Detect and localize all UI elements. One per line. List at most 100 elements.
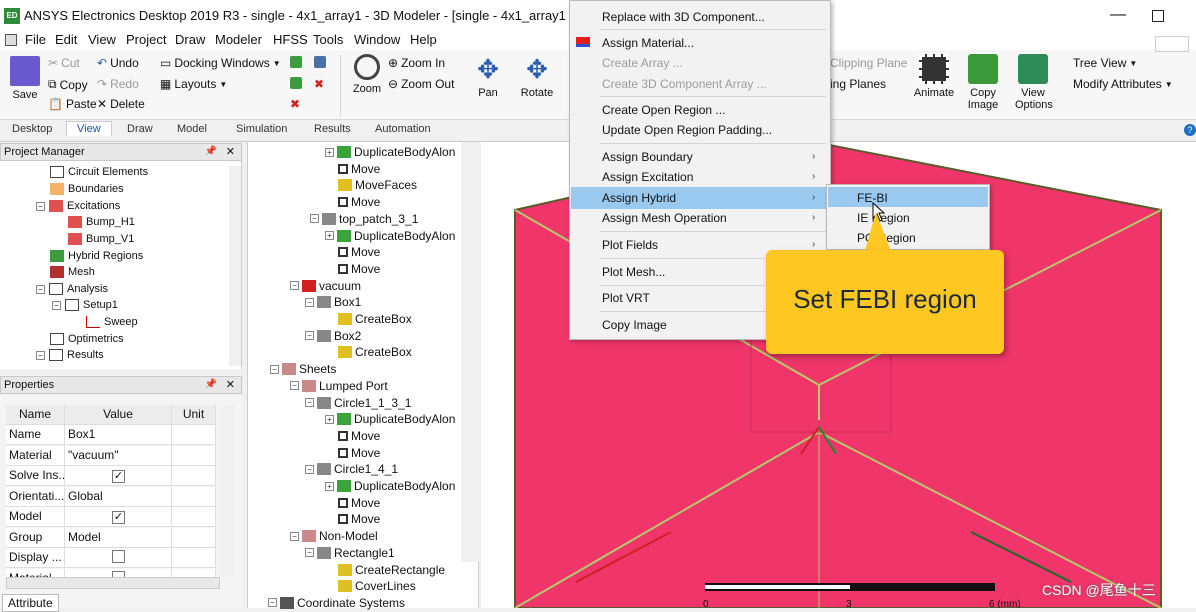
collapse-icon[interactable]: −	[36, 201, 45, 211]
menu-hfss[interactable]: HFSS	[273, 32, 308, 47]
show-icon[interactable]	[290, 56, 302, 68]
expand-toggle-icon[interactable]: −	[290, 381, 299, 391]
cut-button[interactable]: ✂ Cut	[48, 56, 80, 70]
tab-view[interactable]: View	[66, 121, 112, 136]
menu-item-assign-excitation[interactable]: Assign Excitation	[602, 170, 693, 184]
menu-project[interactable]: Project	[126, 32, 166, 47]
property-value[interactable]: Box1	[65, 425, 172, 445]
model-tree-item[interactable]: Move	[338, 245, 380, 259]
model-tree-item[interactable]: CoverLines	[338, 579, 416, 593]
expand-toggle-icon[interactable]: +	[325, 147, 334, 157]
menu-item-plot-fields[interactable]: Plot Fields	[602, 238, 658, 252]
tab-draw[interactable]: Draw	[127, 123, 153, 135]
expand-toggle-icon[interactable]: −	[305, 297, 314, 307]
model-tree-item[interactable]: − Non-Model	[290, 529, 378, 543]
tab-desktop[interactable]: Desktop	[12, 123, 52, 135]
property-checkbox[interactable]	[112, 550, 125, 563]
expand-toggle-icon[interactable]: −	[290, 281, 299, 291]
save-button[interactable]: Save	[0, 56, 50, 101]
model-tree-item[interactable]: − top_patch_3_1	[310, 212, 418, 226]
property-checkbox[interactable]: ✓	[112, 470, 125, 483]
model-tree-item[interactable]: − Box2	[305, 329, 361, 343]
menu-item-update-open-region-padding[interactable]: Update Open Region Padding...	[602, 123, 772, 137]
property-value[interactable]: Global	[65, 486, 172, 507]
hide-icon[interactable]: ✖	[314, 77, 324, 91]
menu-item-create-3d-component-array[interactable]: Create 3D Component Array ...	[602, 77, 767, 91]
rotate-button[interactable]: ✥ Rotate	[512, 54, 562, 99]
model-tree-item[interactable]: − Circle1_4_1	[305, 462, 398, 476]
expand-toggle-icon[interactable]: −	[305, 398, 314, 407]
view-options-button[interactable]: View Options	[1008, 54, 1058, 111]
tree-item-mesh[interactable]: Mesh	[50, 266, 95, 278]
pan-button[interactable]: ✥ Pan	[463, 54, 513, 99]
menu-file[interactable]: File	[25, 32, 46, 47]
copy-button[interactable]: ⧉ Copy	[48, 77, 88, 92]
menu-view[interactable]: View	[88, 32, 116, 47]
tree-item-results[interactable]: − Results	[36, 349, 104, 361]
zoom-out-button[interactable]: ⊖ Zoom Out	[388, 77, 454, 91]
tree-item-excitations[interactable]: − Excitations	[36, 200, 120, 212]
menu-edit[interactable]: Edit	[55, 32, 77, 47]
hide-all-icon[interactable]: ✖	[290, 97, 300, 111]
tree-item-hybrid-regions[interactable]: Hybrid Regions	[50, 250, 143, 262]
expand-toggle-icon[interactable]: −	[290, 531, 299, 541]
expand-toggle-icon[interactable]: −	[270, 364, 279, 374]
model-tree-item[interactable]: Move	[338, 446, 380, 460]
docking-windows-button[interactable]: ▭ Docking Windows ▼	[160, 56, 281, 70]
expand-toggle-icon[interactable]: +	[325, 231, 334, 240]
model-tree-item[interactable]: CreateBox	[338, 312, 412, 326]
property-value[interactable]: Model	[65, 527, 172, 548]
layouts-button[interactable]: ▦ Layouts ▼	[160, 77, 227, 91]
tree-item-bump-v1[interactable]: Bump_V1	[68, 233, 134, 245]
menu-item-create-open-region[interactable]: Create Open Region ...	[602, 103, 725, 117]
system-menu-icon[interactable]	[5, 34, 17, 46]
expand-toggle-icon[interactable]: −	[268, 598, 277, 608]
model-tree-item[interactable]: Move	[338, 195, 380, 209]
properties-hscrollbar[interactable]	[6, 577, 220, 589]
property-value[interactable]: ✓	[65, 466, 172, 486]
model-tree-item[interactable]: Move	[338, 162, 380, 176]
tree-item-analysis[interactable]: − Analysis	[36, 283, 108, 295]
expand-toggle-icon[interactable]: −	[305, 331, 314, 341]
menu-item-assign-hybrid[interactable]: Assign Hybrid	[602, 191, 676, 205]
model-tree-item[interactable]: + DuplicateBodyAlon	[325, 229, 455, 243]
properties-vscrollbar[interactable]	[220, 405, 234, 577]
property-checkbox[interactable]: ✓	[112, 511, 125, 524]
menu-tools[interactable]: Tools	[313, 32, 343, 47]
model-tree-scrollbar[interactable]	[461, 142, 479, 562]
model-tree-item[interactable]: MoveFaces	[338, 178, 417, 192]
collapse-icon[interactable]: −	[36, 284, 45, 294]
zoom-button[interactable]: Zoom	[342, 54, 392, 95]
show-all-icon[interactable]	[290, 77, 302, 89]
clipping-planes-button[interactable]: ing Planes	[830, 77, 886, 91]
pin-icon[interactable]: 📌	[205, 379, 217, 390]
copy-image-button[interactable]: Copy Image	[958, 54, 1008, 111]
menu-modeler[interactable]: Modeler	[215, 32, 262, 47]
tree-item-boundaries[interactable]: Boundaries	[50, 183, 124, 195]
model-tree-item[interactable]: − Rectangle1	[305, 546, 395, 560]
animate-button[interactable]: Animate	[908, 54, 960, 99]
expand-toggle-icon[interactable]: −	[310, 214, 319, 224]
model-tree-item[interactable]: CreateBox	[338, 345, 412, 359]
model-tree-item[interactable]: − Circle1_1_3_1	[305, 396, 411, 410]
tree-item-sweep[interactable]: Sweep	[86, 316, 138, 328]
expand-toggle-icon[interactable]: +	[325, 481, 334, 491]
tab-results[interactable]: Results	[314, 123, 351, 135]
model-tree-item[interactable]: Move	[338, 429, 380, 443]
menu-item-plot-vrt[interactable]: Plot VRT	[602, 291, 650, 305]
model-tree-item[interactable]: − Box1	[305, 295, 361, 309]
menu-help[interactable]: Help	[410, 32, 437, 47]
tree-item-circuit-elements[interactable]: Circuit Elements	[50, 166, 148, 178]
zoom-in-button[interactable]: ⊕ Zoom In	[388, 56, 445, 70]
menu-item-copy-image[interactable]: Copy Image	[602, 318, 667, 332]
model-tree-item[interactable]: − Lumped Port	[290, 379, 388, 393]
expand-toggle-icon[interactable]: −	[305, 464, 314, 474]
menu-item-assign-mesh-operation[interactable]: Assign Mesh Operation	[602, 211, 727, 225]
tab-model[interactable]: Model	[177, 123, 207, 135]
undo-button[interactable]: ↶ Undo	[97, 56, 139, 70]
redo-button[interactable]: ↷ Redo	[97, 77, 139, 91]
model-tree-item[interactable]: Move	[338, 496, 380, 510]
model-tree-item[interactable]: Move	[338, 512, 380, 526]
collapse-icon[interactable]: −	[52, 300, 61, 310]
tab-simulation[interactable]: Simulation	[236, 123, 287, 135]
